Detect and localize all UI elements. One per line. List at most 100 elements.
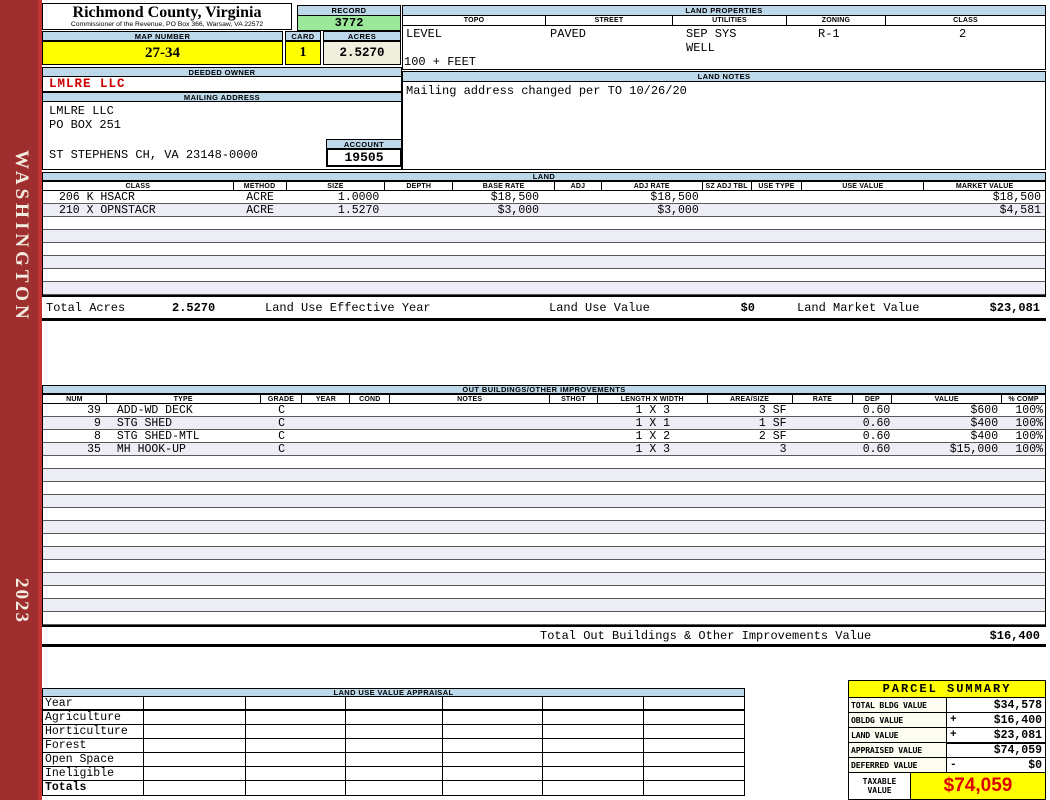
cell-num: 39 [87, 403, 101, 417]
cell-grade: C [278, 416, 285, 430]
parcel-summary-row: APPRAISED VALUE $74,059 [849, 742, 1045, 758]
empty-cell [246, 711, 347, 724]
out-building-row: 9 STG SHED C 1 X 1 1 SF 0.60 $400 100% [43, 417, 1045, 430]
land-notes-box: LAND NOTES Mailing address changed per T… [402, 71, 1046, 170]
empty-cell [346, 711, 443, 724]
property-record-card: WASHINGTON 2023 Richmond County, Virgini… [0, 0, 1050, 800]
empty-row [43, 560, 1045, 573]
col-utilities: UTILITIES [673, 16, 787, 25]
mailing-address-label: MAILING ADDRESS [42, 92, 402, 102]
empty-cell [346, 697, 443, 709]
land-notes-title: LAND NOTES [403, 72, 1045, 82]
cell-adj-rate: $3,000 [657, 203, 699, 217]
cell-size: 1.5270 [337, 203, 380, 217]
empty-cell [443, 725, 543, 738]
empty-cell [443, 739, 543, 752]
ps-label: APPRAISED VALUE [849, 743, 947, 757]
empty-row [43, 243, 1045, 256]
empty-cell [246, 725, 347, 738]
cell-value: $400 [970, 416, 999, 430]
out-buildings-table: OUT BUILDINGS/OTHER IMPROVEMENTS NUM TYP… [42, 385, 1046, 647]
cell-type: ADD-WD DECK [116, 403, 193, 417]
empty-cell [246, 739, 347, 752]
col-ob-length-width: LENGTH X WIDTH [598, 395, 708, 403]
record-label: RECORD [297, 5, 401, 16]
cell-length-width: 1 X 1 [635, 416, 671, 430]
empty-cell [543, 767, 645, 780]
col-ob-grade: GRADE [261, 395, 303, 403]
col-land-depth: DEPTH [385, 182, 454, 190]
lua-label: Ineligible [43, 767, 144, 780]
empty-cell [543, 739, 645, 752]
empty-cell [246, 697, 347, 709]
col-ob-notes: NOTES [390, 395, 550, 403]
account-box: ACCOUNT 19505 [326, 139, 402, 167]
cell-dep: 0.60 [862, 442, 891, 456]
parcel-summary-row: TOTAL BLDG VALUE $34,578 [849, 698, 1045, 713]
cell-length-width: 1 X 3 [635, 403, 671, 417]
utilities-value: SEP SYS [686, 27, 737, 41]
out-building-row: 39 ADD-WD DECK C 1 X 3 3 SF 0.60 $600 10… [43, 404, 1045, 417]
empty-cell [443, 753, 543, 766]
map-number-value: 27-34 [42, 41, 283, 65]
lua-label: Totals [43, 781, 144, 795]
empty-row [43, 534, 1045, 547]
out-buildings-rows: 39 ADD-WD DECK C 1 X 3 3 SF 0.60 $600 10… [43, 404, 1045, 625]
lua-label: Open Space [43, 753, 144, 766]
empty-row [43, 599, 1045, 612]
empty-cell [144, 711, 247, 724]
empty-row [43, 612, 1045, 625]
ps-value: $0 [1028, 758, 1042, 772]
cell-comp: 100% [1015, 403, 1044, 417]
parcel-summary-row: OBLDG VALUE + $16,400 [849, 713, 1045, 728]
cell-class: 210 X OPNSTACR [59, 203, 156, 217]
empty-row [43, 256, 1045, 269]
empty-row [43, 217, 1045, 230]
cell-type: STG SHED-MTL [116, 429, 200, 443]
col-ob-area-size: AREA/SIZE [708, 395, 793, 403]
parcel-summary-title: PARCEL SUMMARY [849, 681, 1045, 698]
card-label: CARD [285, 31, 321, 41]
mailing-address-box: LMLRE LLC PO BOX 251 ST STEPHENS CH, VA … [42, 102, 402, 170]
land-use-value-label: Land Use Value [549, 300, 650, 315]
empty-row [43, 456, 1045, 469]
col-ob-num: NUM [43, 395, 107, 403]
lua-row-year: Year [43, 697, 744, 711]
col-land-method: METHOD [234, 182, 287, 190]
address-line-2: PO BOX 251 [49, 118, 122, 132]
col-land-adj-rate: ADJ RATE [602, 182, 703, 190]
empty-row [43, 469, 1045, 482]
col-ob-type: TYPE [107, 395, 261, 403]
topo-value-2: 100 + FEET [404, 55, 477, 69]
col-ob-cond: COND [350, 395, 391, 403]
col-ob-comp: % COMP [1008, 395, 1039, 403]
cell-market-value: $18,500 [992, 190, 1042, 204]
empty-cell [443, 711, 543, 724]
empty-cell [443, 767, 543, 780]
land-table-title: LAND [42, 172, 1046, 181]
acres-value: 2.5270 [323, 41, 401, 65]
sidebar-year-label: 2023 [11, 578, 32, 624]
cell-base-rate: $3,000 [497, 203, 540, 217]
empty-row [43, 282, 1045, 295]
parcel-summary: PARCEL SUMMARY TOTAL BLDG VALUE $34,578 … [848, 680, 1046, 800]
parcel-summary-row: LAND VALUE + $23,081 [849, 728, 1045, 743]
land-properties-title: LAND PROPERTIES [403, 6, 1045, 16]
lua-row-forest: Forest [43, 739, 744, 753]
col-topo: TOPO [403, 16, 546, 25]
empty-cell [543, 753, 645, 766]
ps-label: LAND VALUE [849, 728, 947, 742]
cell-type: STG SHED [116, 416, 173, 430]
taxable-value-row: TAXABLE VALUE $74,059 [849, 773, 1045, 799]
lua-label: Forest [43, 739, 144, 752]
empty-cell [443, 697, 543, 709]
cell-adj-rate: $18,500 [650, 190, 699, 204]
empty-cell [543, 725, 645, 738]
cell-area-size: 3 SF [758, 403, 787, 417]
total-acres-label: Total Acres [46, 300, 126, 315]
empty-cell [644, 739, 744, 752]
cell-grade: C [278, 442, 285, 456]
empty-row [43, 269, 1045, 282]
empty-row [43, 495, 1045, 508]
card-value: 1 [285, 41, 321, 65]
